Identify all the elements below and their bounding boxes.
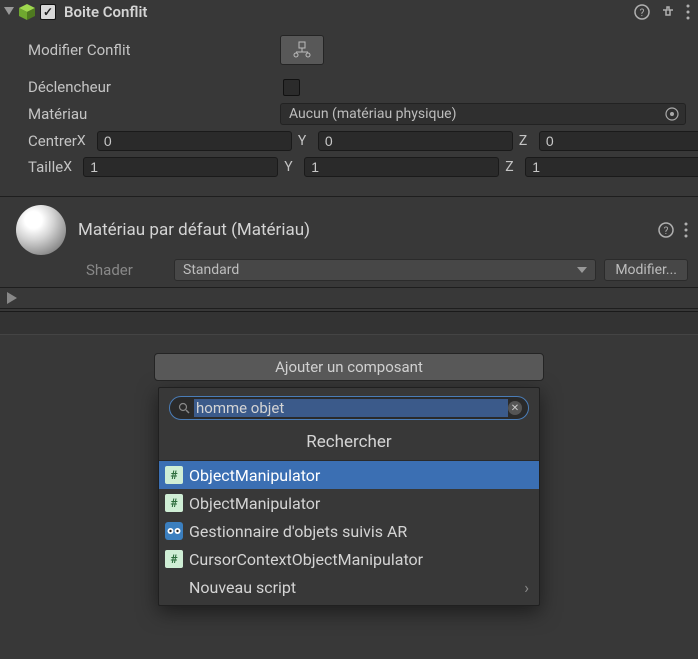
- trigger-label: Déclencheur: [28, 78, 280, 96]
- z-label: Z: [505, 159, 519, 175]
- script-icon: #: [165, 494, 183, 512]
- object-picker-icon[interactable]: [663, 105, 681, 123]
- center-z-input[interactable]: [539, 131, 698, 151]
- edit-collider-button[interactable]: [280, 35, 324, 65]
- search-text: homme objet: [194, 399, 508, 417]
- result-label: CursorContextObjectManipulator: [189, 550, 423, 569]
- svg-text:?: ?: [664, 226, 669, 237]
- result-label: Gestionnaire d'objets suivis AR: [189, 522, 407, 541]
- material-field[interactable]: Aucun (matériau physique): [280, 103, 686, 125]
- search-icon: [178, 402, 190, 414]
- edit-collider-label: Modifier Conflit: [28, 41, 280, 59]
- size-x-input[interactable]: [83, 157, 278, 177]
- ar-icon: [165, 522, 183, 540]
- material-value: Aucun (matériau physique): [289, 106, 456, 122]
- shader-label: Shader: [86, 261, 166, 279]
- result-label: ObjectManipulator: [189, 494, 320, 513]
- chevron-right-icon: ›: [524, 578, 529, 597]
- popup-title: Rechercher: [159, 428, 539, 461]
- new-script-item[interactable]: Nouveau script ›: [159, 573, 539, 601]
- play-icon[interactable]: [6, 292, 18, 304]
- trigger-checkbox[interactable]: [283, 79, 300, 96]
- help-icon[interactable]: ?: [658, 222, 674, 238]
- material-preview-icon: [16, 205, 66, 255]
- menu-icon[interactable]: [686, 4, 690, 20]
- result-item[interactable]: # ObjectManipulator: [159, 461, 539, 489]
- material-label: Matériau: [28, 105, 280, 123]
- component-search-popup: homme objet ✕ Rechercher # ObjectManipula…: [158, 387, 540, 606]
- foldout-icon[interactable]: [4, 7, 16, 17]
- add-component-button[interactable]: Ajouter un composant: [154, 353, 544, 381]
- result-item[interactable]: # CursorContextObjectManipulator: [159, 545, 539, 573]
- size-z-input[interactable]: [525, 157, 698, 177]
- clear-icon[interactable]: ✕: [508, 401, 522, 415]
- material-edit-button[interactable]: Modifier...: [604, 259, 688, 281]
- script-icon: #: [165, 466, 183, 484]
- material-title: Matériau par défaut (Matériau): [78, 220, 658, 240]
- shader-value: Standard: [183, 262, 239, 278]
- z-label: Z: [519, 133, 533, 149]
- center-label: Centrer: [28, 132, 77, 150]
- size-label: Taille: [28, 158, 63, 176]
- component-enabled-checkbox[interactable]: ✓: [40, 4, 56, 20]
- center-x-input[interactable]: [97, 131, 292, 151]
- menu-icon[interactable]: [684, 222, 688, 238]
- result-list: # ObjectManipulator # ObjectManipulator Gest…: [159, 461, 539, 573]
- x-label: X: [63, 159, 77, 175]
- preset-icon[interactable]: [660, 4, 676, 20]
- y-label: Y: [284, 159, 298, 175]
- chevron-down-icon: [577, 267, 587, 273]
- result-label: ObjectManipulator: [189, 466, 320, 485]
- component-title: Boite Conflit: [64, 3, 147, 21]
- center-y-input[interactable]: [318, 131, 513, 151]
- script-icon: #: [165, 550, 183, 568]
- box-collider-icon: [18, 3, 36, 21]
- x-label: X: [77, 133, 91, 149]
- svg-text:?: ?: [640, 8, 645, 19]
- result-item[interactable]: # ObjectManipulator: [159, 489, 539, 517]
- size-y-input[interactable]: [304, 157, 499, 177]
- shader-dropdown[interactable]: Standard: [174, 259, 596, 281]
- help-icon[interactable]: ?: [634, 4, 650, 20]
- y-label: Y: [298, 133, 312, 149]
- search-input[interactable]: homme objet ✕: [169, 396, 529, 420]
- result-item[interactable]: Gestionnaire d'objets suivis AR: [159, 517, 539, 545]
